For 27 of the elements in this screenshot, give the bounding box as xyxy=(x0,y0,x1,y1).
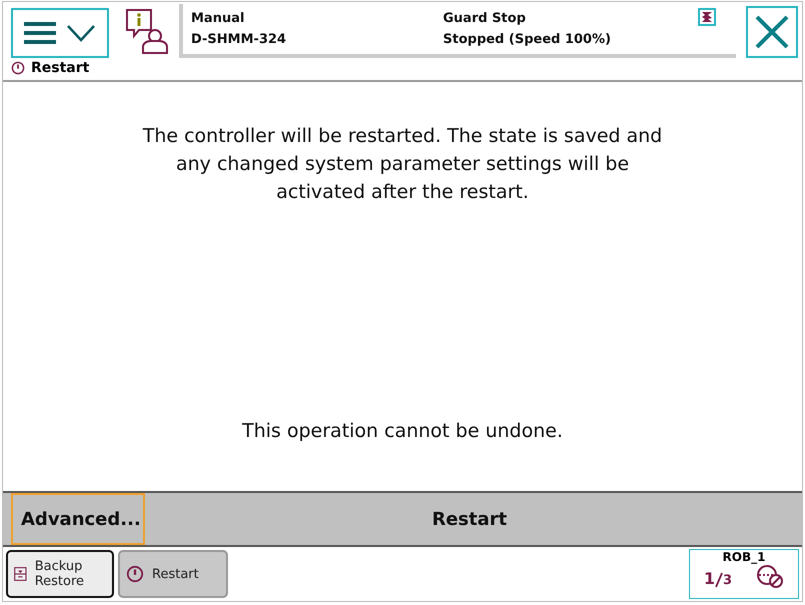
state-text: Guard Stop xyxy=(443,11,527,26)
power-icon xyxy=(126,565,144,583)
motion-text: Stopped (Speed 100%) xyxy=(443,32,612,47)
info-person-icon[interactable] xyxy=(125,8,169,54)
unit-text: ROB_1 xyxy=(722,550,766,564)
status-panel[interactable]: Manual Guard Stop D-SHMM-324 Stopped (Speed 100%) xyxy=(179,4,736,58)
action-button[interactable]: Advanced... xyxy=(11,493,145,545)
power-icon xyxy=(11,61,25,75)
chevron-down-icon xyxy=(66,24,96,42)
cabinet-icon xyxy=(14,564,27,584)
menu-button[interactable] xyxy=(11,8,109,58)
status-indicator-icon xyxy=(698,8,716,26)
taskbar-button[interactable]: Restart xyxy=(118,550,228,598)
system-name-text: D-SHMM-324 xyxy=(191,32,288,47)
quickset-panel[interactable]: ROB_1 1 3 xyxy=(689,549,799,599)
fraction-slash-icon xyxy=(715,572,724,588)
close-icon xyxy=(755,15,789,49)
increment-fraction: 1 3 xyxy=(704,569,732,588)
restart-message: The controller will be restarted. The state is saved and any changed system parameter settings will be activated after the restart. xyxy=(142,124,664,205)
menu-icon xyxy=(24,21,56,45)
view-title: Restart xyxy=(31,60,90,76)
mode-text: Manual xyxy=(191,11,246,26)
taskbar-button[interactable]: Backup Restore xyxy=(6,550,114,598)
run-mode-icon xyxy=(756,564,784,588)
action-button[interactable]: Restart xyxy=(145,493,794,545)
close-button[interactable] xyxy=(746,6,798,58)
warning-message: This operation cannot be undone. xyxy=(241,419,564,444)
